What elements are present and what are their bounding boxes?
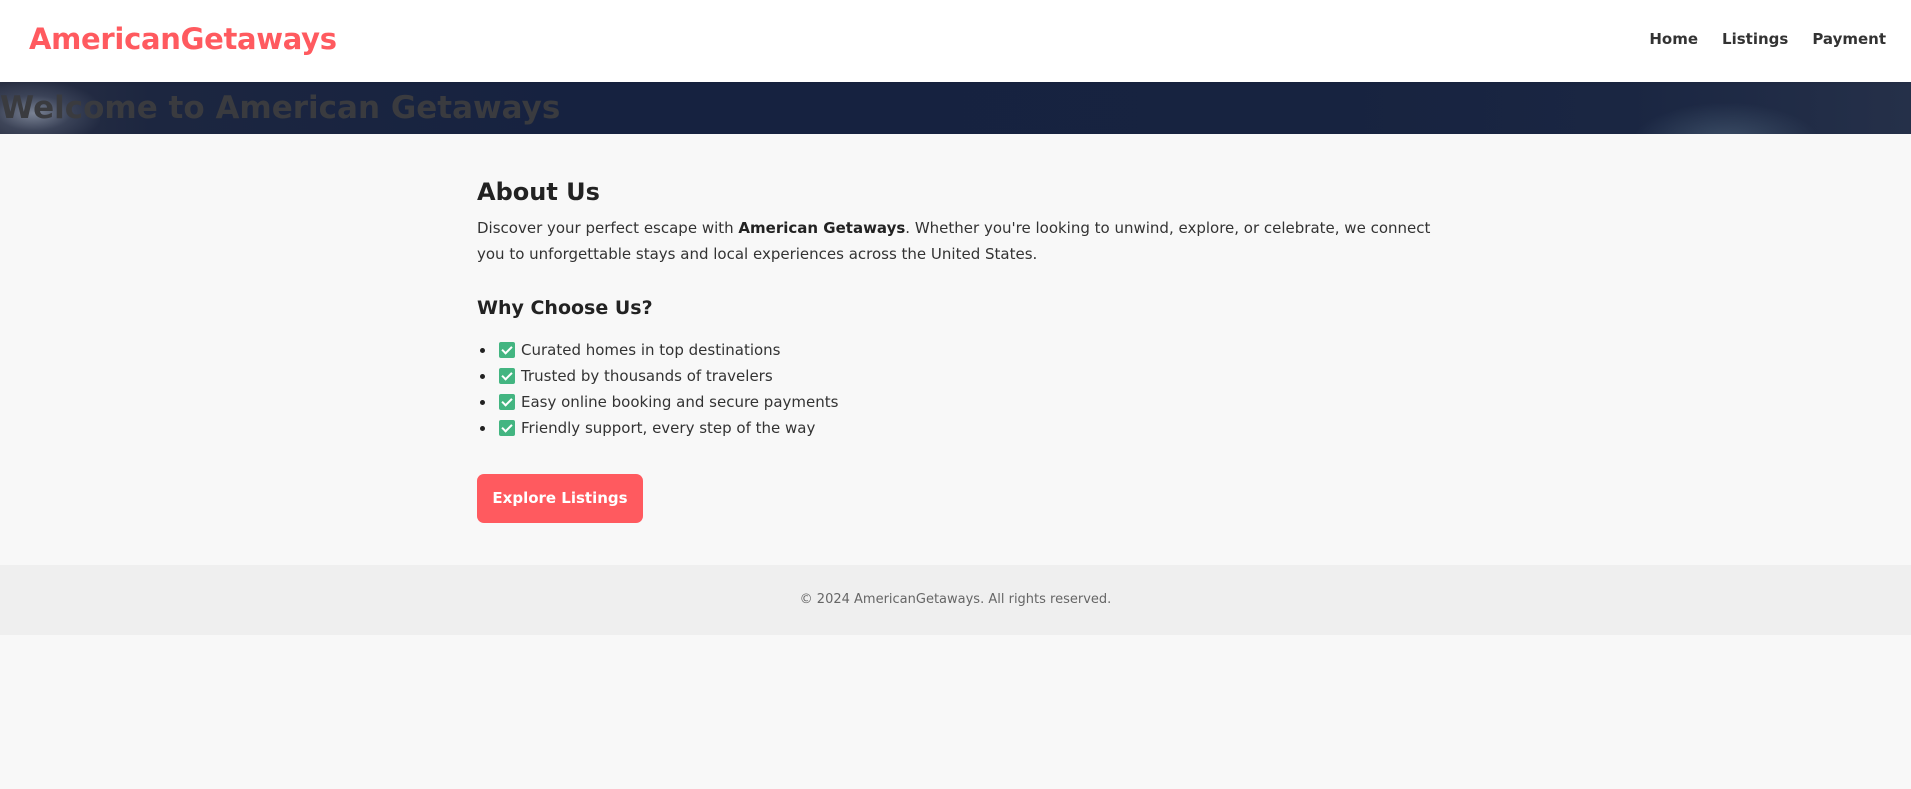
feature-item: Curated homes in top destinations	[477, 337, 1437, 363]
about-section: About Us Discover your perfect escape wi…	[477, 178, 1437, 523]
feature-item: Easy online booking and secure payments	[477, 389, 1437, 415]
about-text-brand: American Getaways	[738, 219, 906, 237]
brand-logo[interactable]: AmericanGetaways	[29, 22, 337, 56]
check-box-icon	[499, 342, 515, 358]
hero-banner: Welcome to American Getaways	[0, 82, 1911, 134]
check-box-icon	[499, 368, 515, 384]
features-list: Curated homes in top destinations Truste…	[477, 337, 1437, 441]
copyright-text: © 2024 AmericanGetaways. All rights rese…	[799, 592, 1112, 607]
feature-text: Trusted by thousands of travelers	[521, 367, 773, 385]
site-footer: © 2024 AmericanGetaways. All rights rese…	[0, 565, 1911, 635]
feature-text: Curated homes in top destinations	[521, 341, 781, 359]
why-choose-title: Why Choose Us?	[477, 297, 653, 319]
about-description: Discover your perfect escape with Americ…	[477, 215, 1437, 267]
about-text-intro: Discover your perfect escape with	[477, 219, 739, 237]
explore-listings-button[interactable]: Explore Listings	[477, 474, 643, 523]
feature-item: Friendly support, every step of the way	[477, 415, 1437, 441]
hero-background-glow	[1631, 102, 1821, 134]
check-box-icon	[499, 420, 515, 436]
check-box-icon	[499, 394, 515, 410]
hero-title: Welcome to American Getaways	[0, 90, 561, 126]
feature-text: Friendly support, every step of the way	[521, 419, 816, 437]
feature-item: Trusted by thousands of travelers	[477, 363, 1437, 389]
feature-text: Easy online booking and secure payments	[521, 393, 839, 411]
main-nav: Home Listings Payment	[1649, 30, 1886, 48]
site-header: AmericanGetaways Home Listings Payment	[0, 0, 1911, 82]
nav-listings-link[interactable]: Listings	[1722, 30, 1788, 48]
about-title: About Us	[477, 178, 600, 206]
nav-payment-link[interactable]: Payment	[1812, 30, 1886, 48]
nav-home-link[interactable]: Home	[1649, 30, 1698, 48]
